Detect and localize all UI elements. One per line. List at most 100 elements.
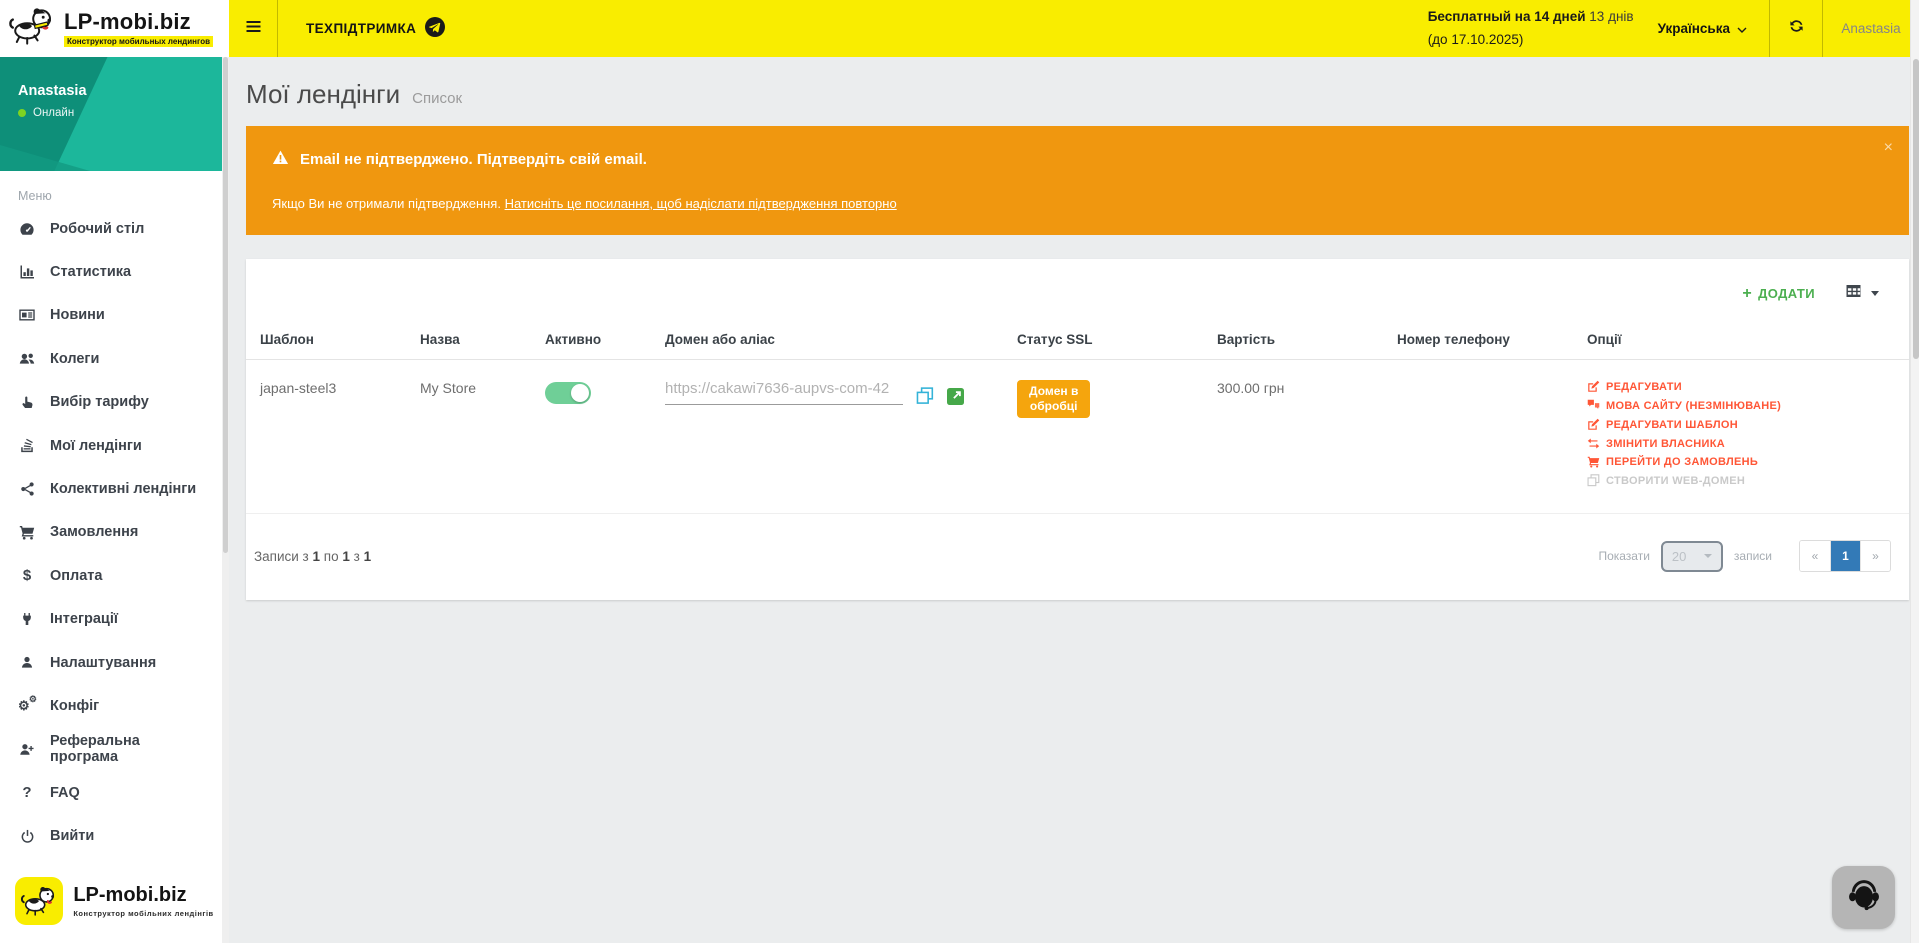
dog-logo-icon [15,877,63,925]
column-header: Назва [416,320,541,359]
sidebar-item-statistics[interactable]: Статистика [0,250,229,293]
topbar-yellow-area: ТЕХПІДТРИМКА Бесплатный на 14 дней 13 дн… [229,0,1919,57]
users-icon [18,351,36,366]
sidebar-item-colleagues[interactable]: Колеги [0,337,229,380]
sidebar-item-collective-landings[interactable]: Колективні лендінги [0,467,229,510]
main-content: Мої лендінги Список Email не підтверджен… [229,57,1919,943]
telegram-icon [425,17,445,40]
open-external-link-icon[interactable] [947,388,964,405]
table-header-row: Шаблон Назва Активно Домен або аліас Ста… [246,320,1909,360]
sidebar-item-logout[interactable]: Вийти [0,814,229,857]
option-edit-template[interactable]: РЕДАГУВАТИ ШАБЛОН [1587,418,1895,431]
close-icon[interactable]: × [1884,140,1893,156]
cell-active [541,360,661,513]
resend-confirmation-link[interactable]: Натисніть це посилання, щоб надіслати пі… [505,196,897,211]
footer-logo-title: LP-mobi.biz [73,885,213,906]
page-title: Мої лендінги [246,79,400,110]
table-grid-icon [1845,283,1862,304]
column-header: Вартість [1213,320,1393,359]
trial-days-left: 13 днів [1589,9,1633,24]
sidebar-item-payment[interactable]: $ Оплата [0,554,229,597]
trial-until: (до 17.10.2025) [1428,29,1634,51]
page-scrollbar[interactable] [1910,0,1919,943]
table-row: japan-steel3 My Store [246,360,1909,514]
domain-input[interactable] [665,380,903,405]
add-landing-button[interactable]: + ДОДАТИ [1742,286,1815,302]
sidebar-item-referral[interactable]: Реферальна програма [0,728,229,771]
option-edit[interactable]: РЕДАГУВАТИ [1587,380,1895,393]
sidebar-user-panel: Anastasia Онлайн [0,57,229,171]
sidebar-item-label: Колеги [50,351,99,367]
cell-ssl-status: Домен в обробці [1013,360,1213,513]
support-button[interactable]: ТЕХПІДТРИМКА [306,17,445,40]
alert-title-text: Email не підтверджено. Підтвердіть свій … [300,151,647,168]
sidebar-item-label: FAQ [50,785,80,801]
column-header: Номер телефону [1393,320,1583,359]
ssl-status-badge: Домен в обробці [1017,380,1090,418]
cell-domain [661,360,1013,513]
page-header: Мої лендінги Список [229,57,1919,126]
edit-icon [1587,418,1600,431]
footer-logo-subtitle: Конструктор мобільних лендінгів [73,909,213,918]
user-icon [18,655,36,670]
landings-card: + ДОДАТИ Шаблон Назва Активно Домен або … [246,259,1909,600]
sidebar-item-integrations[interactable]: Інтеграції [0,598,229,641]
active-toggle[interactable] [545,382,591,404]
cell-phone [1393,360,1583,513]
column-header: Опції [1583,320,1899,359]
sidebar-item-faq[interactable]: ? FAQ [0,771,229,814]
sidebar-item-news[interactable]: Новини [0,294,229,337]
edit-icon [1587,380,1600,393]
sidebar-item-dashboard[interactable]: Робочий стіл [0,207,229,250]
clone-icon [1587,474,1600,487]
sidebar-item-label: Конфіг [50,698,99,714]
sidebar-user-name: Anastasia [18,83,211,99]
news-icon [18,307,36,323]
support-chat-button[interactable] [1832,866,1895,929]
sidebar-footer-logo: LP-mobi.biz Конструктор мобільних лендін… [0,861,229,943]
sidebar-item-orders[interactable]: Замовлення [0,511,229,554]
sidebar-item-label: Замовлення [50,524,138,540]
option-change-owner[interactable]: ЗМІНИТИ ВЛАСНИКА [1587,437,1895,450]
cell-template: japan-steel3 [256,360,416,513]
dollar-icon: $ [18,568,36,583]
page-size-select[interactable]: 20 [1661,541,1723,572]
chevron-down-icon [1704,554,1712,558]
sidebar-item-label: Вийти [50,828,94,844]
option-create-web-domain: СТВОРИТИ WEB-ДОМЕН [1587,474,1895,487]
records-label: записи [1734,549,1772,563]
trial-plan: Бесплатный на 14 дней [1428,9,1586,24]
language-selector[interactable]: Українська [1658,21,1747,36]
pagination-next-button[interactable]: » [1860,541,1890,571]
cell-options: РЕДАГУВАТИ МОВА САЙТУ (НЕЗМІНЮВАНЕ) [1583,360,1899,513]
topbar-username[interactable]: Anastasia [1823,0,1919,57]
dog-logo-icon [8,6,56,51]
sidebar-item-label: Статистика [50,264,131,280]
option-site-language[interactable]: МОВА САЙТУ (НЕЗМІНЮВАНЕ) [1587,399,1895,412]
app-logo[interactable]: LP-mobi.biz Конструктор мобильных лендин… [0,0,229,57]
column-header: Активно [541,320,661,359]
table-view-dropdown[interactable] [1845,283,1879,304]
sidebar-item-tariff[interactable]: Вибір тарифу [0,381,229,424]
page-size-label: Показати [1598,549,1649,563]
sidebar-item-settings[interactable]: Налаштування [0,641,229,684]
pagination-prev-button[interactable]: « [1800,541,1830,571]
online-status-label: Онлайн [33,107,74,119]
sidebar-scrollbar[interactable] [222,57,229,943]
user-plus-icon [18,742,36,757]
question-icon: ? [18,785,36,800]
menu-section-label: Меню [0,171,229,207]
landings-icon [18,438,36,454]
pagination-page-1[interactable]: 1 [1830,541,1860,571]
sidebar-item-config[interactable]: ⚙⚙ Конфіг [0,684,229,727]
column-header: Статус SSL [1013,320,1213,359]
cart-icon [18,525,36,540]
hand-pointer-icon [18,395,36,410]
hamburger-menu-button[interactable] [229,0,278,57]
copy-icon[interactable] [916,387,934,405]
refresh-button[interactable] [1770,0,1822,57]
sidebar-item-label: Інтеграції [50,611,118,627]
option-go-to-orders[interactable]: ПЕРЕЙТИ ДО ЗАМОВЛЕНЬ [1587,456,1895,468]
refresh-icon [1788,18,1805,39]
sidebar-item-my-landings[interactable]: Мої лендінги [0,424,229,467]
